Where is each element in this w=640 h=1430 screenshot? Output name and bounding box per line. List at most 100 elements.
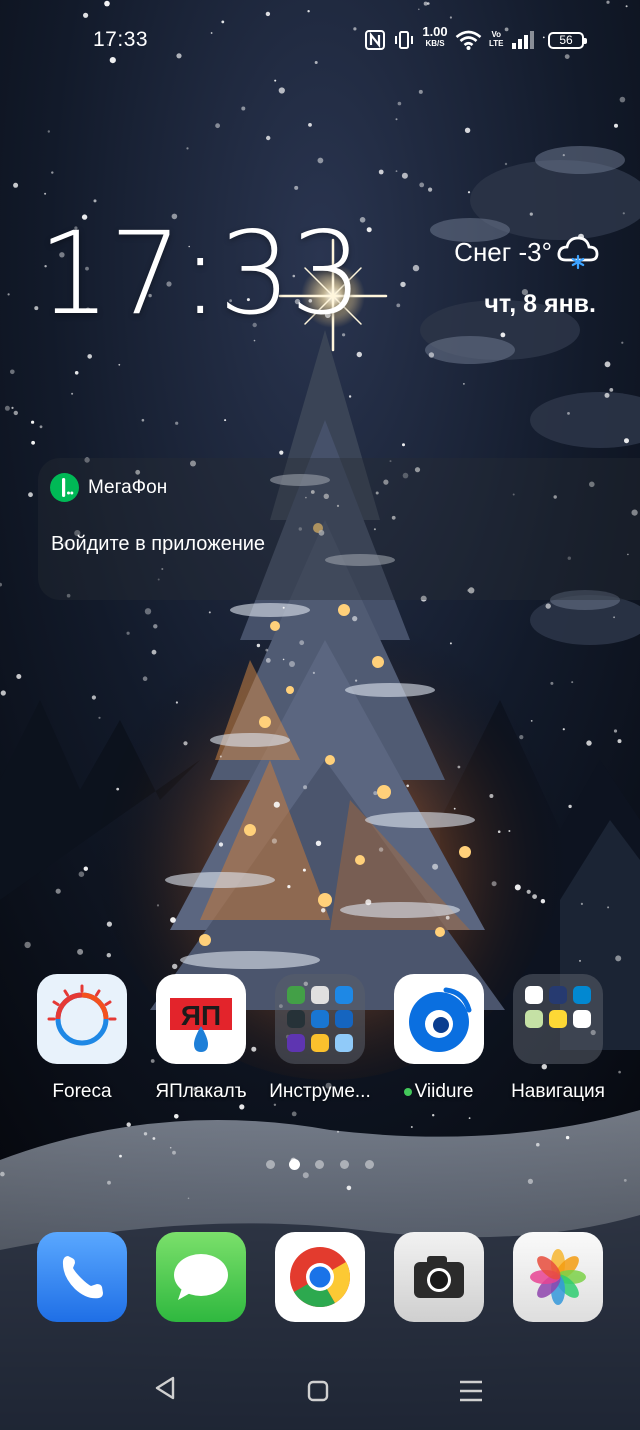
chrome-icon bbox=[290, 1247, 350, 1308]
snowflake bbox=[540, 899, 546, 904]
snowflake bbox=[489, 794, 494, 798]
page-dot[interactable] bbox=[315, 1160, 324, 1169]
foreca-icon bbox=[47, 984, 117, 1046]
dock-camera[interactable] bbox=[394, 1232, 484, 1322]
snowflake bbox=[47, 130, 50, 133]
app-label-viidure: Viidure bbox=[414, 1081, 474, 1102]
snowflake bbox=[312, 671, 315, 675]
battery-icon: 56 bbox=[548, 32, 587, 49]
snowflake bbox=[78, 871, 85, 877]
snowflake bbox=[253, 339, 256, 342]
snowflake bbox=[541, 1064, 547, 1070]
net-speed-unit: KB/S bbox=[425, 39, 445, 48]
snowflake bbox=[618, 1070, 621, 1074]
snowflake bbox=[16, 674, 22, 679]
snowflake bbox=[265, 658, 271, 663]
app-yaplakal[interactable]: ЯП bbox=[156, 974, 246, 1064]
snowflake bbox=[71, 392, 74, 395]
snowflake bbox=[271, 838, 277, 844]
weather-text[interactable]: Снег -3° bbox=[454, 237, 552, 268]
back-icon[interactable] bbox=[154, 1376, 176, 1405]
snowflake bbox=[282, 606, 285, 609]
snowflake bbox=[467, 191, 471, 194]
snowflake bbox=[172, 1150, 176, 1155]
clock-widget-time[interactable]: 17:33 bbox=[38, 214, 363, 334]
snowflake bbox=[504, 162, 508, 166]
page-dot-current[interactable] bbox=[289, 1159, 300, 1170]
folder-navigation[interactable] bbox=[513, 974, 603, 1064]
notification-text[interactable]: Войдите в приложение bbox=[51, 533, 265, 556]
snowflake bbox=[156, 904, 160, 907]
snowflake bbox=[151, 649, 157, 655]
home-icon[interactable] bbox=[307, 1380, 329, 1407]
snowflake bbox=[445, 915, 450, 920]
snowflake bbox=[51, 171, 54, 174]
snowflake bbox=[355, 679, 358, 682]
message-icon bbox=[174, 1254, 228, 1300]
snowflake bbox=[273, 1103, 277, 1107]
photos-icon bbox=[530, 1249, 586, 1305]
snowflake bbox=[580, 902, 584, 906]
snowflake bbox=[402, 443, 405, 447]
snowflake bbox=[107, 1180, 111, 1185]
snowflake bbox=[536, 1142, 540, 1147]
net-speed: 1.00 KB/S bbox=[420, 25, 450, 49]
snowflake bbox=[291, 1111, 297, 1117]
snowflake bbox=[621, 341, 624, 344]
snowflake bbox=[418, 89, 423, 94]
snowflake bbox=[282, 658, 285, 661]
dock-phone[interactable] bbox=[37, 1232, 127, 1322]
snowflake bbox=[346, 1185, 352, 1191]
snowflake bbox=[365, 899, 372, 906]
megafon-logo-icon bbox=[50, 473, 79, 502]
snowflake bbox=[175, 701, 178, 704]
snowflake bbox=[126, 1122, 131, 1127]
snowflake bbox=[432, 1114, 435, 1117]
snowflake bbox=[397, 101, 402, 106]
snowflake bbox=[373, 791, 378, 796]
snowflake bbox=[579, 959, 581, 962]
snowflake bbox=[302, 868, 306, 872]
menu-icon[interactable] bbox=[459, 1379, 483, 1408]
dock-photos[interactable] bbox=[513, 1232, 603, 1322]
snowflake bbox=[457, 765, 461, 769]
notification-app-name: МегаФон bbox=[88, 477, 168, 498]
snowflake bbox=[604, 361, 611, 368]
snow-cloud-icon bbox=[556, 234, 600, 270]
dock-chrome[interactable] bbox=[275, 1232, 365, 1322]
snowflake bbox=[412, 264, 420, 272]
snowflake bbox=[614, 123, 618, 128]
snowflake bbox=[401, 172, 408, 179]
snowflake bbox=[116, 787, 120, 791]
snowflake bbox=[172, 963, 178, 970]
snowflake bbox=[91, 695, 96, 700]
date-text[interactable]: чт, 8 янв. bbox=[484, 290, 596, 319]
folder-tools[interactable] bbox=[275, 974, 365, 1064]
snowflake bbox=[87, 354, 92, 359]
status-time: 17:33 bbox=[93, 28, 149, 51]
app-foreca[interactable] bbox=[37, 974, 127, 1064]
app-label-foreca: Foreca bbox=[52, 1081, 112, 1102]
snowflake bbox=[396, 303, 401, 308]
snowflake bbox=[24, 941, 31, 949]
snowflake bbox=[153, 624, 158, 629]
vibrate-icon bbox=[394, 30, 414, 55]
snowflake bbox=[279, 450, 284, 455]
snowflake bbox=[239, 1104, 245, 1110]
volte-bottom: LTE bbox=[489, 39, 504, 48]
snowflake bbox=[348, 395, 352, 398]
snowflake bbox=[526, 889, 531, 894]
snowflake bbox=[218, 842, 224, 847]
snowflake bbox=[623, 1179, 627, 1182]
snowflake bbox=[453, 807, 456, 810]
snowflake bbox=[119, 1154, 122, 1158]
page-dot[interactable] bbox=[266, 1160, 275, 1169]
app-viidure[interactable] bbox=[394, 974, 484, 1064]
page-dot[interactable] bbox=[365, 1160, 374, 1169]
snowflake bbox=[607, 906, 610, 909]
dock-messages[interactable] bbox=[156, 1232, 246, 1322]
snowflake bbox=[619, 96, 626, 103]
snowflake bbox=[395, 170, 398, 173]
page-dot[interactable] bbox=[340, 1160, 349, 1169]
snowflake bbox=[550, 681, 554, 685]
